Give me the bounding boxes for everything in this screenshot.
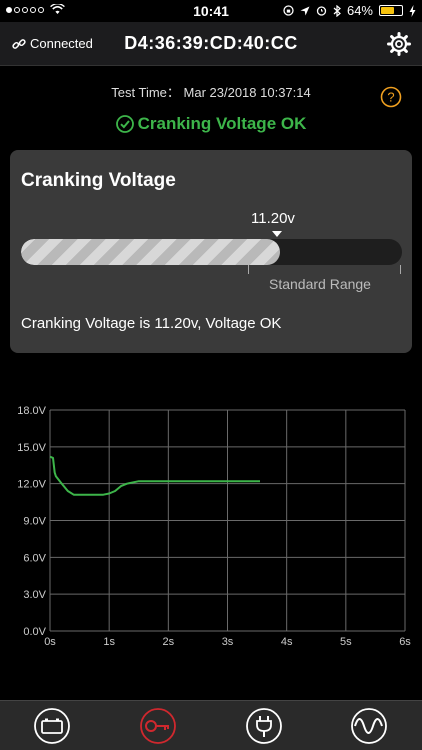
- location-icon: [300, 6, 310, 15]
- battery-icon: [41, 718, 63, 734]
- test-time-value: Mar 23/2018 10:37:14: [183, 85, 311, 100]
- tab-charging[interactable]: [245, 707, 283, 745]
- status-bar: 10:41 64%: [0, 0, 422, 22]
- result-status: Cranking Voltage OK: [0, 114, 422, 134]
- voltage-gauge-fill: [21, 239, 280, 265]
- check-circle-icon: [115, 115, 134, 133]
- y-tick-label: 6.0V: [23, 552, 46, 564]
- x-tick-label: 6s: [399, 636, 411, 648]
- x-tick-label: 5s: [340, 636, 352, 648]
- tab-battery[interactable]: [33, 707, 71, 745]
- tab-ripple[interactable]: [350, 707, 388, 745]
- bluetooth-icon: [333, 4, 341, 17]
- x-tick-label: 1s: [103, 636, 115, 648]
- range-end-tick: [400, 265, 401, 274]
- x-tick-label: 4s: [281, 636, 293, 648]
- test-time: Test Time： Mar 23/2018 10:37:14: [0, 82, 422, 101]
- help-icon[interactable]: ?: [380, 86, 402, 108]
- x-tick-label: 3s: [222, 636, 234, 648]
- nav-bar: Connected D4:36:39:CD:40:CC: [0, 22, 422, 66]
- alarm-icon: [316, 6, 327, 16]
- status-icons: 64%: [283, 3, 416, 18]
- x-tick-label: 2s: [163, 636, 175, 648]
- standard-range-label: Standard Range: [269, 276, 371, 292]
- result-status-text: Cranking Voltage OK: [137, 114, 307, 133]
- sine-wave-icon: [354, 718, 383, 734]
- tab-cranking[interactable]: [139, 707, 177, 745]
- voltage-card: Cranking Voltage 11.20v Standard Range C…: [10, 150, 412, 353]
- charging-tab-ring: [246, 708, 282, 744]
- test-time-label: Test Time：: [111, 85, 180, 100]
- y-tick-label: 18.0V: [17, 405, 46, 417]
- device-id: D4:36:39:CD:40:CC: [124, 33, 298, 53]
- orientation-lock-icon: [283, 5, 294, 16]
- range-start-tick: [248, 265, 249, 274]
- voltage-reading: 11.20v: [251, 210, 295, 227]
- battery-tab-ring: [34, 708, 70, 744]
- y-tick-label: 9.0V: [23, 516, 46, 528]
- ripple-tab-ring: [351, 708, 387, 744]
- voltage-series-line: [49, 455, 260, 496]
- key-icon: [145, 720, 169, 732]
- voltage-chart: 0s 1s 2s 3s 4s 5s 6s 0.0V 3.0V 6.0V 9.0V 12.0V 15.0V…: [17, 405, 411, 648]
- voltage-gauge-track: [21, 239, 402, 265]
- y-tick-label: 12.0V: [17, 479, 46, 491]
- y-tick-label: 3.0V: [23, 589, 46, 601]
- tab-bar: [0, 700, 422, 750]
- reading-pointer-icon: [272, 231, 282, 237]
- battery-icon: [379, 5, 403, 16]
- battery-percent: 64%: [346, 3, 373, 18]
- y-tick-label: 15.0V: [17, 442, 46, 454]
- charging-bolt-icon: [409, 4, 416, 17]
- x-tick-label: 0s: [44, 636, 56, 648]
- voltage-message: Cranking Voltage is 11.20v, Voltage OK: [21, 315, 282, 332]
- card-title: Cranking Voltage: [21, 170, 176, 191]
- gear-icon[interactable]: [386, 31, 412, 57]
- plug-icon: [256, 716, 272, 737]
- svg-text:?: ?: [387, 90, 394, 105]
- y-tick-label: 0.0V: [23, 626, 46, 638]
